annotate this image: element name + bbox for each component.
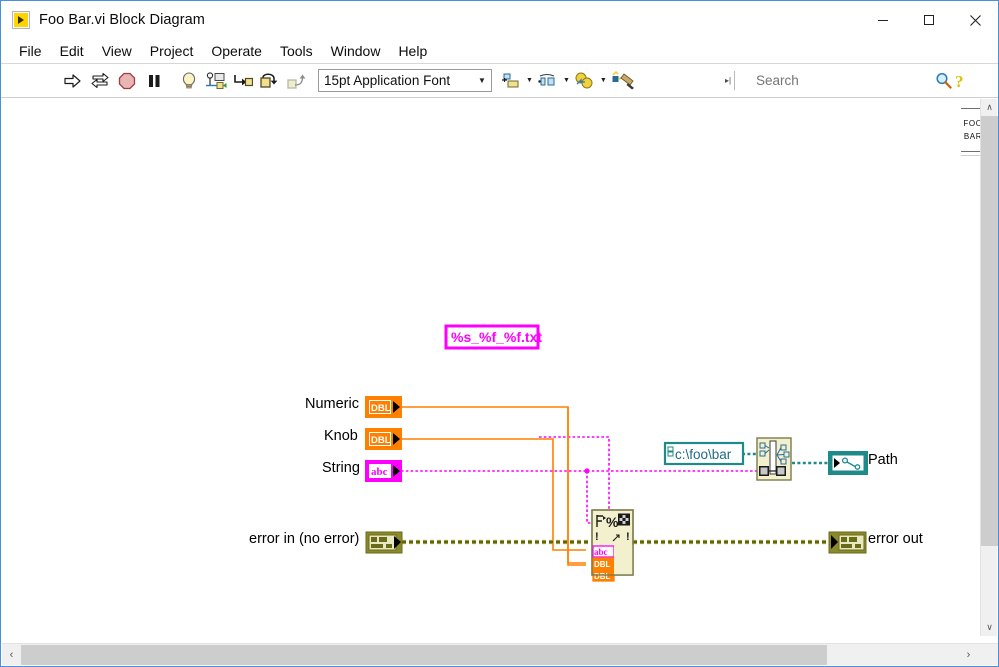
cleanup-diagram-icon[interactable] — [610, 69, 638, 93]
label-error-out: error out — [868, 531, 923, 547]
magnifier-icon[interactable] — [935, 70, 952, 92]
window-title: Foo Bar.vi Block Diagram — [39, 12, 205, 28]
reorder-objects-icon[interactable] — [573, 69, 598, 93]
minimize-button[interactable] — [860, 1, 906, 39]
pause-icon[interactable] — [141, 69, 166, 93]
terminal-error-in[interactable] — [365, 531, 403, 554]
window-controls — [860, 1, 998, 39]
toolbar-divider — [734, 71, 735, 90]
search-input[interactable] — [752, 70, 935, 91]
wire-string[interactable] — [401, 468, 702, 524]
vertical-scrollbar[interactable]: ∧ ∨ — [980, 99, 998, 636]
scroll-right-arrow-icon[interactable]: › — [959, 644, 978, 665]
diagram-wires-and-nodes: %s_%f_%f.txt DBL DBL abc % ! ! abc DBL D… — [365, 324, 868, 582]
menu-view[interactable]: View — [93, 41, 141, 61]
label-numeric: Numeric — [305, 396, 359, 412]
node-format-into-string[interactable]: % ! ! abc DBL DBL — [591, 509, 634, 582]
svg-text:!: ! — [595, 531, 599, 543]
node-build-path[interactable] — [756, 437, 792, 481]
svg-text:DBL: DBL — [594, 560, 611, 569]
horizontal-scroll-thumb[interactable] — [21, 645, 827, 665]
horizontal-scrollbar[interactable]: ‹ › — [2, 643, 998, 665]
menu-window[interactable]: Window — [322, 41, 390, 61]
step-out-icon[interactable] — [284, 69, 309, 93]
highlight-execution-lightbulb-icon[interactable] — [176, 69, 201, 93]
menu-edit[interactable]: Edit — [51, 41, 93, 61]
scroll-up-arrow-icon[interactable]: ∧ — [981, 99, 998, 116]
font-selector-combo[interactable]: 15pt Application Font ▼ — [318, 69, 492, 92]
abort-execution-icon[interactable] — [114, 69, 139, 93]
svg-text:?: ? — [955, 72, 964, 90]
svg-text:%: % — [606, 514, 619, 530]
indicator-error-out[interactable] — [828, 531, 867, 554]
menu-project[interactable]: Project — [141, 41, 203, 61]
question-mark-help-icon[interactable]: ? — [952, 70, 968, 92]
step-over-icon[interactable] — [257, 69, 282, 93]
svg-text:DBL: DBL — [371, 403, 391, 414]
menu-help[interactable]: Help — [389, 41, 436, 61]
title-bar: Foo Bar.vi Block Diagram — [1, 1, 998, 39]
maximize-button[interactable] — [906, 1, 952, 39]
vi-icon — [12, 11, 30, 29]
terminal-knob[interactable]: DBL — [365, 428, 402, 450]
wire-numeric[interactable] — [401, 406, 586, 564]
svg-text:DBL: DBL — [371, 435, 391, 446]
block-diagram-canvas[interactable]: %s_%f_%f.txt DBL DBL abc % ! ! abc DBL D… — [2, 99, 961, 636]
align-objects-icon[interactable] — [499, 69, 524, 93]
svg-text:!: ! — [626, 531, 630, 543]
menu-bar: File Edit View Project Operate Tools Win… — [1, 39, 998, 64]
toolbar-overflow-handle-icon[interactable]: ▸| — [725, 77, 731, 85]
format-string-constant-text: %s_%f_%f.txt — [451, 329, 542, 345]
search-area: ▸| ? — [725, 69, 964, 92]
scroll-down-arrow-icon[interactable]: ∨ — [981, 619, 998, 636]
label-string: String — [322, 460, 360, 476]
svg-text:abc: abc — [371, 466, 388, 478]
wire-knob[interactable] — [401, 438, 586, 551]
menu-tools[interactable]: Tools — [271, 41, 322, 61]
step-into-icon[interactable] — [230, 69, 255, 93]
vertical-scroll-thumb[interactable] — [981, 116, 998, 546]
chevron-down-icon: ▼ — [599, 77, 607, 84]
menu-file[interactable]: File — [10, 41, 51, 61]
retain-wire-values-icon[interactable] — [203, 69, 228, 93]
font-selector-label: 15pt Application Font — [324, 73, 451, 88]
label-error-in: error in (no error) — [249, 531, 360, 547]
base-path-constant[interactable]: c:\foo\bar — [663, 441, 745, 466]
reorder-objects-control[interactable]: ▼ — [572, 69, 607, 93]
terminal-numeric[interactable]: DBL — [365, 396, 402, 418]
chevron-down-icon: ▼ — [562, 77, 570, 84]
toolbar: 15pt Application Font ▼ ▼ ▼ ▼ ▸| Search … — [1, 64, 998, 156]
distribute-objects-control[interactable]: ▼ — [535, 69, 570, 93]
run-arrow-icon[interactable] — [60, 69, 85, 93]
resize-grip-icon[interactable] — [985, 652, 996, 663]
align-objects-control[interactable]: ▼ — [498, 69, 533, 93]
distribute-objects-icon[interactable] — [536, 69, 561, 93]
labview-block-diagram-window: Foo Bar.vi Block Diagram File Edit View … — [0, 0, 999, 667]
terminal-string[interactable]: abc — [365, 460, 402, 482]
svg-text:DBL: DBL — [594, 572, 611, 581]
svg-text:abc: abc — [594, 547, 608, 557]
menu-operate[interactable]: Operate — [202, 41, 271, 61]
base-path-constant-text: c:\foo\bar — [675, 447, 732, 462]
label-knob: Knob — [324, 428, 358, 444]
run-continuously-icon[interactable] — [87, 69, 112, 93]
chevron-down-icon: ▼ — [526, 77, 533, 84]
format-string-constant[interactable]: %s_%f_%f.txt — [444, 324, 542, 350]
chevron-down-icon: ▼ — [478, 76, 486, 85]
indicator-path[interactable] — [828, 451, 868, 475]
scroll-left-arrow-icon[interactable]: ‹ — [2, 644, 21, 665]
label-path: Path — [868, 452, 898, 468]
close-button[interactable] — [952, 1, 998, 39]
